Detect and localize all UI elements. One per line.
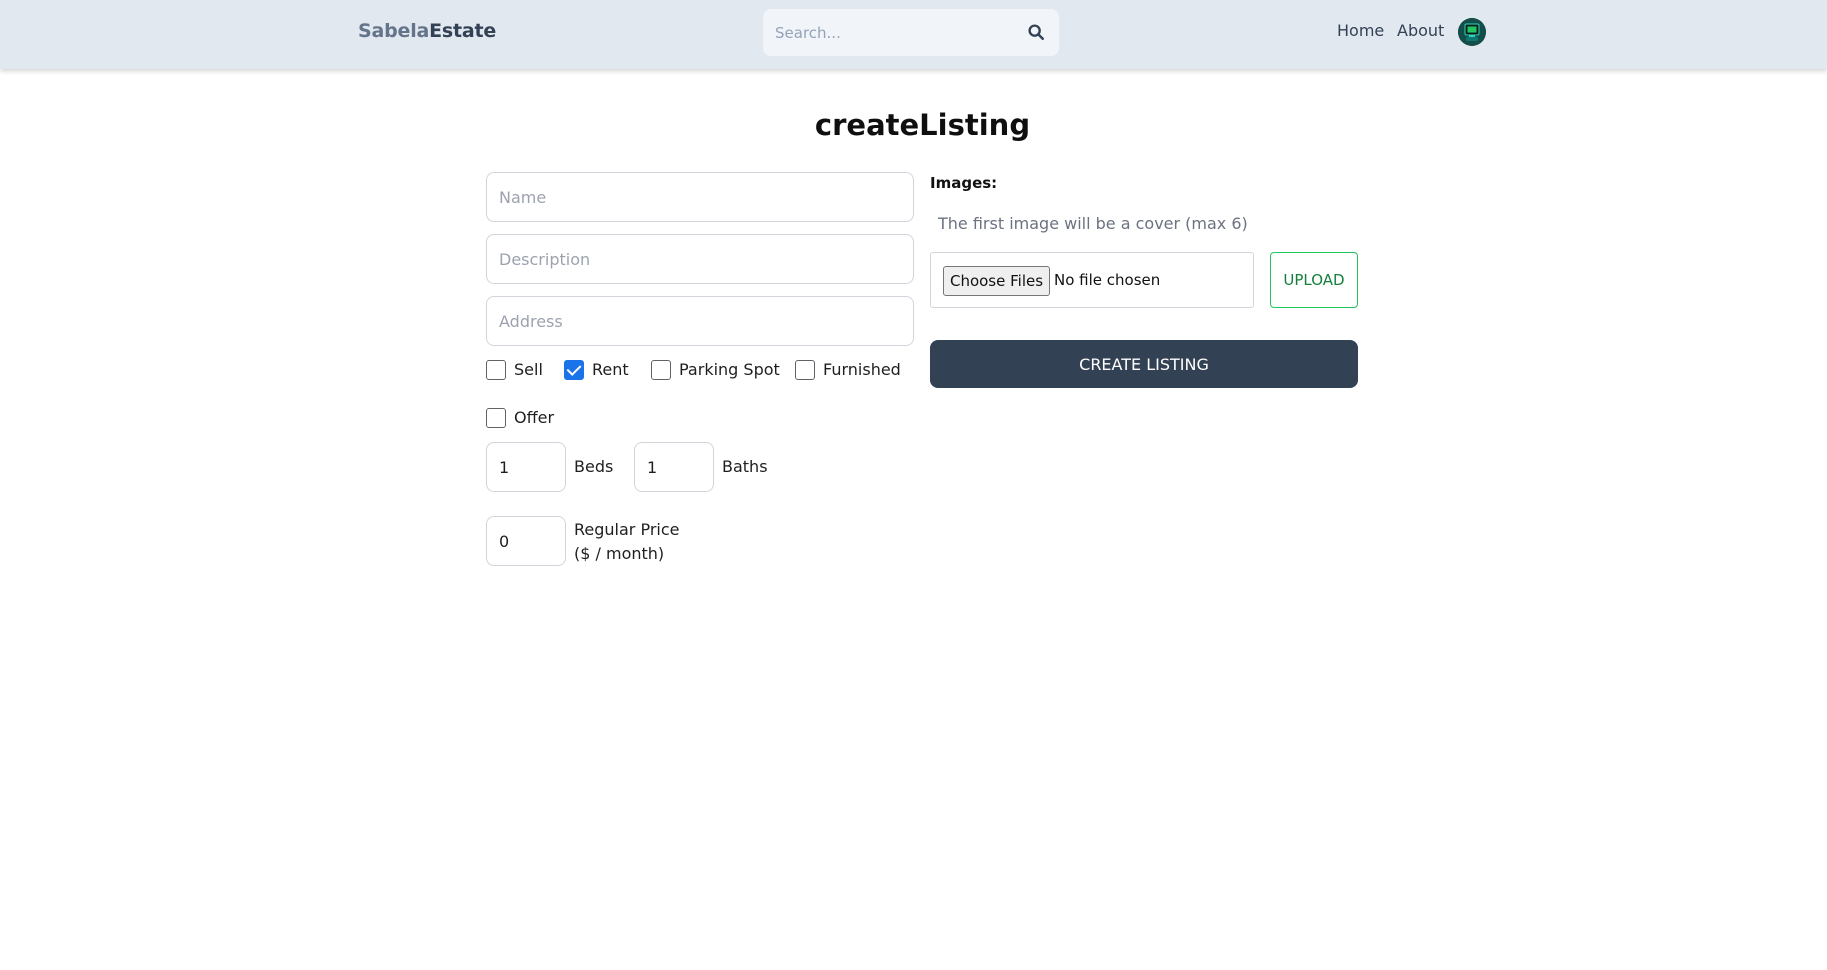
- sell-label: Sell: [514, 360, 543, 379]
- logo-part-2: Estate: [429, 20, 497, 42]
- top-navbar: SabelaEstate Home About: [0, 0, 1827, 69]
- choose-files-button[interactable]: Choose Files: [943, 266, 1050, 296]
- rent-checkbox[interactable]: [564, 360, 584, 380]
- brand-logo[interactable]: SabelaEstate: [358, 20, 496, 42]
- address-input[interactable]: [486, 296, 914, 346]
- description-input[interactable]: [486, 234, 914, 284]
- name-input[interactable]: [486, 172, 914, 222]
- profile-avatar[interactable]: [1458, 18, 1486, 46]
- furnished-checkbox[interactable]: [795, 360, 815, 380]
- images-hint: The first image will be a cover (max 6): [938, 214, 1248, 233]
- images-label: Images:: [930, 174, 998, 192]
- offer-checkbox[interactable]: [486, 408, 506, 428]
- baths-label: Baths: [722, 457, 768, 476]
- furnished-label: Furnished: [823, 360, 901, 379]
- upload-button[interactable]: UPLOAD: [1270, 252, 1358, 308]
- beds-input[interactable]: [486, 442, 566, 492]
- baths-input[interactable]: [634, 442, 714, 492]
- rent-label: Rent: [592, 360, 629, 379]
- nav-about-link[interactable]: About: [1397, 21, 1444, 40]
- create-listing-button[interactable]: CREATE LISTING: [930, 340, 1358, 388]
- logo-part-1: Sabela: [358, 20, 430, 42]
- regular-price-label-line1: Regular Price: [574, 520, 680, 539]
- file-input[interactable]: Choose Files No file chosen: [930, 252, 1254, 308]
- search-input[interactable]: [763, 9, 1023, 56]
- regular-price-input[interactable]: [486, 516, 566, 566]
- file-status-text: No file chosen: [1054, 271, 1161, 289]
- sell-checkbox[interactable]: [486, 360, 506, 380]
- parking-spot-label: Parking Spot: [679, 360, 780, 379]
- search-box: [763, 9, 1059, 56]
- page-title: createListing: [814, 108, 1031, 142]
- regular-price-label: Regular Price ($ / month): [574, 518, 679, 566]
- avatar-image-icon: [1458, 18, 1486, 46]
- offer-label: Offer: [514, 408, 555, 427]
- regular-price-label-line2: ($ / month): [574, 544, 665, 563]
- parking-spot-checkbox[interactable]: [651, 360, 671, 380]
- beds-label: Beds: [574, 457, 614, 476]
- search-icon[interactable]: [1027, 23, 1045, 41]
- nav-home-link[interactable]: Home: [1337, 21, 1384, 40]
